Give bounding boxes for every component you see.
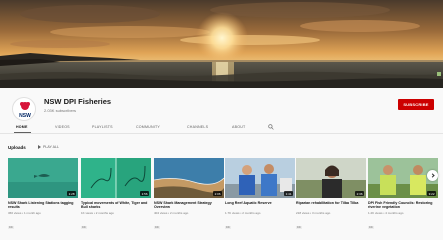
cc-badge: CC bbox=[368, 226, 374, 229]
channel-banner bbox=[0, 0, 443, 88]
nsw-waratah-icon: NSW bbox=[19, 102, 31, 119]
video-duration: 1:41 bbox=[284, 191, 293, 196]
video-meta: 1K views • 2 months ago bbox=[81, 211, 114, 215]
video-duration: 2:06 bbox=[213, 191, 222, 196]
logo-text: NSW bbox=[19, 113, 31, 119]
play-icon bbox=[38, 145, 41, 149]
subscriber-count: 2.03K subscribers bbox=[44, 108, 77, 113]
video-duration: 2:36 bbox=[355, 191, 364, 196]
chevron-right-icon bbox=[429, 173, 435, 178]
video-duration: 1:28 bbox=[67, 191, 76, 196]
sunset-banner-image bbox=[0, 0, 443, 88]
video-thumbnail[interactable]: 1:28 bbox=[8, 158, 78, 198]
video-card[interactable]: 3:22 DPI Fish Friendly Councils: Restori… bbox=[368, 158, 438, 233]
video-duration: 3:22 bbox=[427, 191, 436, 196]
search-icon[interactable] bbox=[268, 124, 274, 130]
video-title[interactable]: NSW Shark Management Strategy Overview bbox=[154, 201, 224, 210]
cc-badge: CC bbox=[225, 226, 231, 229]
video-meta: 218 views • 3 months ago bbox=[296, 211, 331, 215]
carousel-next-button[interactable] bbox=[427, 170, 438, 181]
tab-videos[interactable]: VIDEOS bbox=[55, 125, 70, 129]
tab-playlists[interactable]: PLAYLISTS bbox=[92, 125, 113, 129]
channel-tabs: HOME VIDEOS PLAYLISTS COMMUNITY CHANNELS… bbox=[0, 122, 443, 134]
video-title[interactable]: DPI Fish Friendly Councils: Restoring ri… bbox=[368, 201, 438, 210]
video-card[interactable]: 1:41 Long Reef Aquatic Reserve 1.7K view… bbox=[225, 158, 295, 233]
video-title[interactable]: NSW Shark Listening Stations tagging res… bbox=[8, 201, 78, 210]
cc-badge: CC bbox=[296, 226, 302, 229]
tab-channels[interactable]: CHANNELS bbox=[187, 125, 208, 129]
video-meta: 1.7K views • 2 months ago bbox=[225, 211, 261, 215]
video-card[interactable]: 1:56 Typical movements of White, Tiger a… bbox=[81, 158, 151, 233]
uploads-heading[interactable]: Uploads bbox=[8, 145, 26, 150]
video-duration: 1:56 bbox=[140, 191, 149, 196]
video-meta: 1.2K views • 4 months ago bbox=[368, 211, 404, 215]
channel-name[interactable]: NSW DPI Fisheries bbox=[44, 97, 111, 106]
subscribe-button[interactable]: SUBSCRIBE bbox=[398, 99, 434, 110]
video-meta: 366 views • 1 month ago bbox=[8, 211, 41, 215]
video-thumbnail[interactable]: 1:56 bbox=[81, 158, 151, 198]
cc-badge: CC bbox=[154, 226, 160, 229]
play-all-button[interactable]: PLAY ALL bbox=[38, 145, 59, 149]
channel-page: NSW NSW DPI Fisheries 2.03K subscribers … bbox=[0, 0, 443, 240]
video-card[interactable]: 2:06 NSW Shark Management Strategy Overv… bbox=[154, 158, 224, 233]
video-thumbnail[interactable]: 2:36 bbox=[296, 158, 366, 198]
video-title[interactable]: Riparian rehabilitation for Tilba Tilba bbox=[296, 201, 366, 210]
cc-badge: CC bbox=[81, 226, 87, 229]
tab-home[interactable]: HOME bbox=[16, 125, 28, 129]
play-all-label: PLAY ALL bbox=[43, 145, 60, 149]
video-card[interactable]: 1:28 NSW Shark Listening Stations taggin… bbox=[8, 158, 78, 233]
channel-avatar[interactable]: NSW bbox=[12, 97, 36, 121]
video-thumbnail[interactable]: 2:06 bbox=[154, 158, 224, 198]
video-card[interactable]: 2:36 Riparian rehabilitation for Tilba T… bbox=[296, 158, 366, 233]
active-tab-indicator bbox=[14, 132, 31, 134]
tab-community[interactable]: COMMUNITY bbox=[136, 125, 160, 129]
tab-about[interactable]: ABOUT bbox=[232, 125, 245, 129]
video-title[interactable]: Long Reef Aquatic Reserve bbox=[225, 201, 295, 210]
cc-badge: CC bbox=[8, 226, 14, 229]
video-title[interactable]: Typical movements of White, Tiger and Bu… bbox=[81, 201, 151, 210]
video-meta: 404 views • 2 months ago bbox=[154, 211, 189, 215]
video-thumbnail[interactable]: 1:41 bbox=[225, 158, 295, 198]
